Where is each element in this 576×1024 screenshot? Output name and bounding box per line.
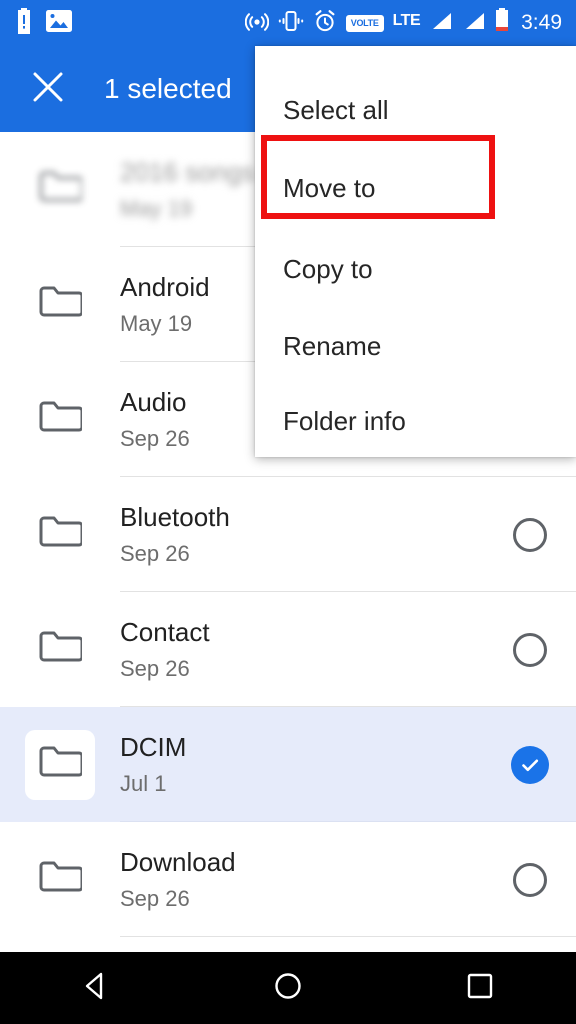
folder-icon (38, 744, 84, 785)
list-item-checkbox[interactable] (484, 592, 576, 707)
menu-item-folder-info[interactable]: Folder info (255, 385, 576, 457)
folder-icon (38, 859, 84, 900)
home-circle-icon (271, 969, 305, 1008)
list-item-checkbox[interactable] (484, 477, 576, 592)
list-item-name: Download (120, 846, 236, 877)
folder-icon-container (0, 132, 120, 247)
network-type-label: LTE (392, 12, 421, 29)
folder-icon (38, 169, 84, 210)
list-item-name: DCIM (120, 731, 187, 762)
list-item-text: Contact Sep 26 (120, 616, 484, 681)
list-item-date: Sep 26 (120, 655, 190, 681)
folder-icon-container (0, 477, 120, 592)
checkbox-checked-icon (511, 745, 549, 784)
status-bar-clock: 3:49 (521, 11, 562, 34)
list-item-name: Contact (120, 616, 210, 647)
list-item-checkbox[interactable] (484, 707, 576, 822)
selection-count-title: 1 selected (104, 73, 232, 104)
folder-icon-container (0, 362, 120, 477)
folder-icon (38, 399, 84, 440)
list-item-selected[interactable]: DCIM Jul 1 (0, 707, 576, 822)
menu-item-move-to[interactable]: Move to (255, 146, 576, 230)
phone-screen: VOLTE LTE 3:49 1 selected 2016 songs May… (0, 0, 576, 1024)
list-item-checkbox[interactable] (484, 822, 576, 937)
image-icon (46, 9, 72, 37)
recents-square-icon (463, 969, 497, 1008)
signal-bars-icon-sim2 (462, 11, 486, 36)
vibrate-icon (278, 9, 304, 38)
battery-icon (495, 7, 509, 39)
android-navigation-bar (0, 952, 576, 1024)
checkbox-unchecked-icon (513, 632, 547, 667)
nav-home-button[interactable] (238, 952, 338, 1024)
list-item[interactable]: Download Sep 26 (0, 822, 576, 937)
hotspot-icon (244, 9, 269, 38)
folder-icon-container (0, 707, 120, 822)
signal-bars-icon-sim1 (429, 11, 453, 36)
menu-item-rename[interactable]: Rename (255, 308, 576, 385)
folder-icon (38, 514, 84, 555)
folder-icon-container (0, 592, 120, 707)
nav-back-button[interactable] (46, 952, 146, 1024)
list-item-text: Bluetooth Sep 26 (120, 501, 484, 566)
alarm-icon (313, 9, 337, 38)
list-item[interactable]: Bluetooth Sep 26 (0, 477, 576, 592)
list-item-text: Download Sep 26 (120, 846, 484, 911)
back-triangle-icon (79, 969, 113, 1008)
list-item-date: Sep 26 (120, 885, 190, 911)
close-icon (31, 70, 65, 109)
folder-icon-container (0, 247, 120, 362)
battery-alert-icon (16, 7, 32, 39)
folder-icon (38, 629, 84, 670)
list-item[interactable]: Contact Sep 26 (0, 592, 576, 707)
list-item-date: Sep 26 (120, 540, 190, 566)
list-item-date: Jul 1 (120, 770, 167, 796)
list-item-name: Bluetooth (120, 501, 230, 532)
status-bar: VOLTE LTE 3:49 (0, 0, 576, 46)
status-bar-left-icons (16, 7, 72, 39)
list-item-text: DCIM Jul 1 (120, 731, 484, 796)
close-selection-button[interactable] (26, 67, 70, 111)
menu-item-select-all[interactable]: Select all (255, 46, 576, 146)
volte-badge: VOLTE (345, 14, 384, 32)
overflow-menu[interactable]: Select all Move to Copy to Rename Folder… (255, 46, 576, 457)
checkbox-unchecked-icon (513, 862, 547, 897)
status-bar-right-icons: VOLTE LTE 3:49 (244, 7, 562, 39)
menu-item-copy-to[interactable]: Copy to (255, 230, 576, 308)
folder-icon-container (0, 822, 120, 937)
checkbox-unchecked-icon (513, 517, 547, 552)
list-divider (120, 936, 576, 937)
folder-icon (38, 284, 84, 325)
nav-recents-button[interactable] (430, 952, 530, 1024)
